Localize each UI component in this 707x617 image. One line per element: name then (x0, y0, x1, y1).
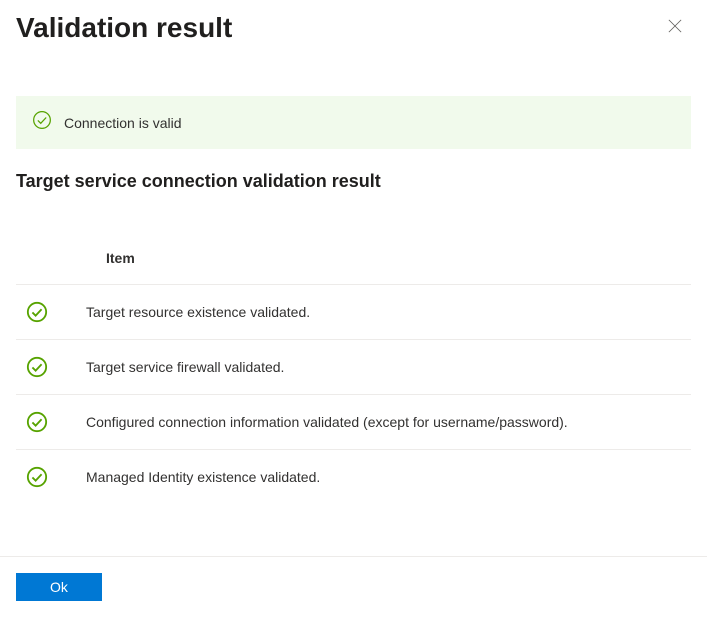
success-check-icon (26, 411, 48, 433)
ok-button[interactable]: Ok (16, 573, 102, 601)
table-row: Target service firewall validated. (16, 339, 691, 394)
success-check-icon (26, 356, 48, 378)
section-heading: Target service connection validation res… (16, 171, 691, 192)
close-button[interactable] (659, 12, 691, 44)
success-check-icon (26, 301, 48, 323)
column-header: Item (16, 250, 691, 284)
result-item-text: Target service firewall validated. (86, 359, 284, 375)
result-item-text: Target resource existence validated. (86, 304, 310, 320)
success-check-icon (26, 466, 48, 488)
dialog-footer: Ok (0, 556, 707, 617)
table-row: Configured connection information valida… (16, 394, 691, 449)
dialog-title: Validation result (16, 12, 232, 44)
results-table: Item Target resource existence validated… (16, 250, 691, 504)
close-icon (668, 19, 682, 38)
banner-message: Connection is valid (64, 115, 182, 131)
success-banner: Connection is valid (16, 96, 691, 149)
result-item-text: Configured connection information valida… (86, 414, 568, 430)
dialog-header: Validation result (16, 12, 691, 44)
success-check-icon (32, 110, 52, 135)
result-item-text: Managed Identity existence validated. (86, 469, 320, 485)
table-row: Target resource existence validated. (16, 284, 691, 339)
table-row: Managed Identity existence validated. (16, 449, 691, 504)
